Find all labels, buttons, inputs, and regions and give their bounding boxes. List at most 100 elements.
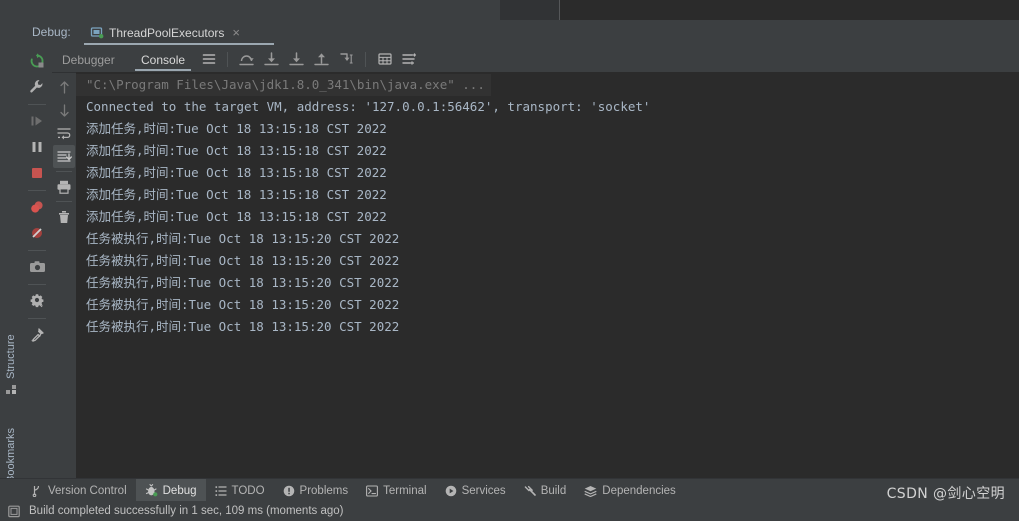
console-line: 任务被执行,时间:Tue Oct 18 13:15:20 CST 2022 — [86, 297, 400, 312]
status-message: Build completed successfully in 1 sec, 1… — [29, 505, 344, 517]
ide-window: Structure Bookmarks Debug: ThreadPoolExe… — [0, 0, 1019, 521]
pin-icon[interactable] — [24, 323, 50, 347]
step-into-icon[interactable] — [260, 48, 283, 71]
tab-console-label: Console — [141, 53, 186, 67]
toolbar-separator — [28, 250, 46, 251]
console-line: 添加任务,时间:Tue Oct 18 13:15:18 CST 2022 — [86, 143, 387, 158]
camera-icon[interactable] — [24, 255, 50, 279]
console-line: 任务被执行,时间:Tue Oct 18 13:15:20 CST 2022 — [86, 319, 400, 334]
toolbar-separator — [28, 190, 46, 191]
toolbar-separator — [28, 318, 46, 319]
tool-window-problems-label: Problems — [299, 484, 349, 497]
tab-console[interactable]: Console — [135, 49, 191, 71]
tab-debugger-label: Debugger — [62, 53, 115, 67]
close-icon[interactable]: × — [232, 25, 240, 40]
console-line: 添加任务,时间:Tue Oct 18 13:15:18 CST 2022 — [86, 165, 387, 180]
structure-icon — [6, 384, 17, 395]
tool-window-dependencies-label: Dependencies — [602, 484, 676, 497]
debug-session-icon — [90, 26, 104, 40]
evaluate-expression-icon[interactable] — [373, 48, 396, 71]
tool-window-todo[interactable]: TODO — [206, 479, 274, 502]
toolbar-separator — [365, 51, 366, 67]
console-line: "C:\Program Files\Java\jdk1.8.0_341\bin\… — [76, 74, 1019, 96]
debug-window-header: Debug: ThreadPoolExecutors × — [22, 20, 1019, 45]
tool-window-todo-label: TODO — [231, 484, 265, 497]
tool-window-services-label: Services — [461, 484, 506, 497]
trash-icon[interactable] — [53, 205, 75, 228]
editor-area-strip — [0, 0, 1019, 20]
console-command-line: "C:\Program Files\Java\jdk1.8.0_341\bin\… — [76, 74, 491, 96]
step-up-icon[interactable] — [53, 76, 75, 99]
console-line: 任务被执行,时间:Tue Oct 18 13:15:20 CST 2022 — [86, 253, 400, 268]
console-line: 添加任务,时间:Tue Oct 18 13:15:18 CST 2022 — [86, 121, 387, 136]
resume-program-icon[interactable] — [24, 109, 50, 133]
editor-strip-right — [560, 0, 1019, 20]
view-breakpoints-icon[interactable] — [24, 195, 50, 219]
tool-window-build[interactable]: Build — [515, 479, 576, 502]
play-circle-icon — [445, 485, 457, 497]
console-toolbar — [197, 47, 421, 71]
list-icon — [215, 485, 227, 497]
wrench-icon[interactable] — [24, 75, 50, 99]
console-settings-icon[interactable] — [398, 48, 421, 71]
mute-breakpoints-icon[interactable] — [24, 221, 50, 245]
tool-window-bar: Version Control Debug TODO Problems Term… — [0, 478, 1019, 502]
terminal-icon — [366, 484, 379, 497]
console-line: 任务被执行,时间:Tue Oct 18 13:15:20 CST 2022 — [86, 231, 400, 246]
run-to-cursor-icon[interactable] — [335, 48, 358, 71]
gear-icon[interactable] — [24, 289, 50, 313]
bug-icon — [145, 484, 158, 497]
toolbar-separator — [227, 51, 228, 67]
rerun-icon[interactable] — [24, 49, 50, 73]
sidebar-item-structure[interactable]: Structure — [0, 315, 22, 395]
toolbar-separator — [28, 104, 46, 105]
console-line: 添加任务,时间:Tue Oct 18 13:15:18 CST 2022 — [86, 209, 387, 224]
tool-window-problems[interactable]: Problems — [274, 479, 358, 502]
build-status-icon — [8, 505, 21, 518]
console-side-toolbar — [52, 72, 76, 478]
tool-window-build-label: Build — [540, 484, 567, 497]
debug-session-tab-label: ThreadPoolExecutors — [109, 25, 225, 40]
debug-window-label: Debug: — [32, 25, 71, 39]
pause-program-icon[interactable] — [24, 135, 50, 159]
debug-subtab-bar: Debugger Console — [52, 45, 1019, 73]
tool-window-dependencies[interactable]: Dependencies — [575, 479, 685, 502]
console-output[interactable]: "C:\Program Files\Java\jdk1.8.0_341\bin\… — [76, 72, 1019, 478]
editor-strip-mid — [500, 0, 560, 20]
tool-window-terminal[interactable]: Terminal — [357, 479, 435, 502]
left-tool-strip: Structure Bookmarks — [0, 20, 23, 499]
toolbar-separator — [56, 201, 72, 202]
tool-window-version-control-label: Version Control — [48, 484, 127, 497]
step-over-icon[interactable] — [235, 48, 258, 71]
status-bar: Build completed successfully in 1 sec, 1… — [0, 501, 1019, 521]
layers-icon — [584, 485, 597, 497]
editor-strip-left — [0, 0, 500, 20]
tool-window-debug[interactable]: Debug — [135, 479, 206, 502]
toolbar-separator — [56, 171, 72, 172]
bookmarks-label: Bookmarks — [5, 427, 17, 483]
toolbar-separator — [28, 284, 46, 285]
hammer-icon — [524, 485, 536, 497]
soft-wrap-icon[interactable] — [53, 122, 75, 145]
print-icon[interactable] — [53, 175, 75, 198]
stop-icon[interactable] — [24, 161, 50, 185]
force-step-into-icon[interactable] — [285, 48, 308, 71]
tool-window-version-control[interactable]: Version Control — [22, 479, 136, 502]
console-line: 任务被执行,时间:Tue Oct 18 13:15:20 CST 2022 — [86, 275, 400, 290]
step-down-icon[interactable] — [53, 99, 75, 122]
show-execution-point-icon[interactable] — [197, 48, 220, 71]
structure-label: Structure — [5, 334, 17, 379]
console-line: Connected to the target VM, address: '12… — [86, 99, 651, 114]
debug-session-tab[interactable]: ThreadPoolExecutors × — [84, 20, 246, 45]
step-out-icon[interactable] — [310, 48, 333, 71]
branch-icon — [31, 484, 43, 497]
watermark: CSDN @剑心空明 — [886, 486, 1005, 502]
console-line: 添加任务,时间:Tue Oct 18 13:15:18 CST 2022 — [86, 187, 387, 202]
tool-window-services[interactable]: Services — [436, 479, 515, 502]
tool-window-debug-label: Debug — [162, 484, 197, 497]
scroll-to-end-icon[interactable] — [53, 145, 75, 168]
warning-icon — [283, 485, 295, 497]
tab-console-underline — [135, 69, 191, 71]
debug-toolbar-column — [22, 45, 52, 478]
tab-debugger[interactable]: Debugger — [56, 49, 121, 71]
